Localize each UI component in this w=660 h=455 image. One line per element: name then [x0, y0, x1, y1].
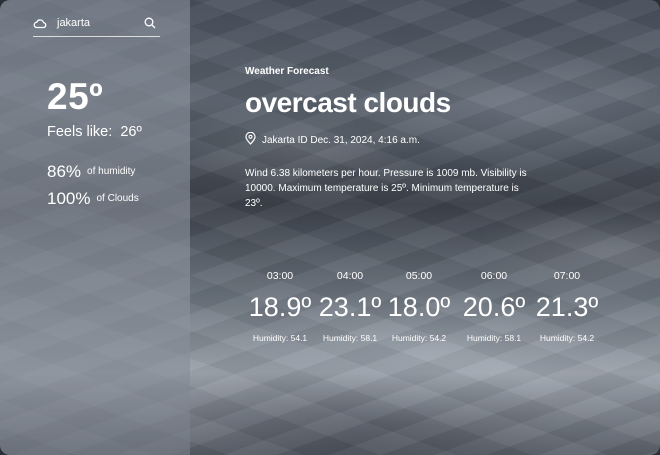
- clouds-label: of Clouds: [96, 193, 139, 204]
- hourly-humidity: Humidity: 58.1: [322, 333, 378, 343]
- cloud-icon: [33, 16, 47, 34]
- weather-description: Wind 6.38 kilometers per hour. Pressure …: [245, 168, 527, 209]
- humidity-stat: 86% of humidity: [47, 162, 135, 182]
- forecast-kicker: Weather Forecast: [245, 66, 329, 77]
- hourly-forecast-item: 05:00 18.0º Humidity: 54.2: [383, 270, 455, 343]
- hourly-forecast-item: 07:00 21.3º Humidity: 54.2: [531, 270, 603, 343]
- location-pin-icon: [245, 131, 256, 148]
- forecast-panel: Weather Forecast overcast clouds Jakarta…: [190, 0, 660, 455]
- hourly-time: 04:00: [336, 270, 364, 282]
- hourly-temp: 20.6º: [462, 292, 526, 322]
- location-line: Jakarta ID Dec. 31, 2024, 4:16 a.m.: [245, 131, 420, 148]
- hourly-humidity: Humidity: 54.1: [252, 333, 308, 343]
- weather-condition-title: overcast clouds: [245, 87, 451, 118]
- hourly-humidity: Humidity: 54.2: [391, 333, 447, 343]
- hourly-humidity: Humidity: 58.1: [466, 333, 522, 343]
- hourly-time: 05:00: [405, 270, 433, 282]
- clouds-value: 100%: [47, 189, 91, 208]
- hourly-temp: 23.1º: [318, 292, 382, 322]
- hourly-forecast-item: 04:00 23.1º Humidity: 58.1: [314, 270, 386, 343]
- hourly-temp: 18.9º: [248, 292, 312, 322]
- feels-like-label: Feels like:: [47, 124, 113, 140]
- current-temperature: 25º: [47, 76, 104, 117]
- hourly-time: 03:00: [266, 270, 294, 282]
- feels-like-value: 26º: [120, 124, 142, 140]
- humidity-value: 86%: [47, 162, 82, 181]
- hourly-time: 07:00: [553, 270, 581, 282]
- hourly-humidity: Humidity: 54.2: [539, 333, 595, 343]
- search-bar[interactable]: jakarta: [33, 12, 160, 37]
- hourly-forecast-item: 06:00 20.6º Humidity: 58.1: [458, 270, 530, 343]
- hourly-forecast-item: 03:00 18.9º Humidity: 54.1: [244, 270, 316, 343]
- search-input[interactable]: jakarta: [57, 17, 90, 29]
- clouds-stat: 100% of Clouds: [47, 189, 139, 209]
- left-panel: jakarta 25º Feels like: 26º 86% of humidi…: [0, 0, 190, 455]
- feels-like: Feels like: 26º: [47, 124, 142, 140]
- hourly-temp: 18.0º: [387, 292, 451, 322]
- app-frame: jakarta 25º Feels like: 26º 86% of humidi…: [0, 0, 660, 455]
- hourly-temp: 21.3º: [535, 292, 599, 322]
- location-text: Jakarta ID Dec. 31, 2024, 4:16 a.m.: [262, 134, 420, 146]
- humidity-label: of humidity: [87, 166, 136, 177]
- search-icon[interactable]: [144, 16, 156, 34]
- hourly-time: 06:00: [480, 270, 508, 282]
